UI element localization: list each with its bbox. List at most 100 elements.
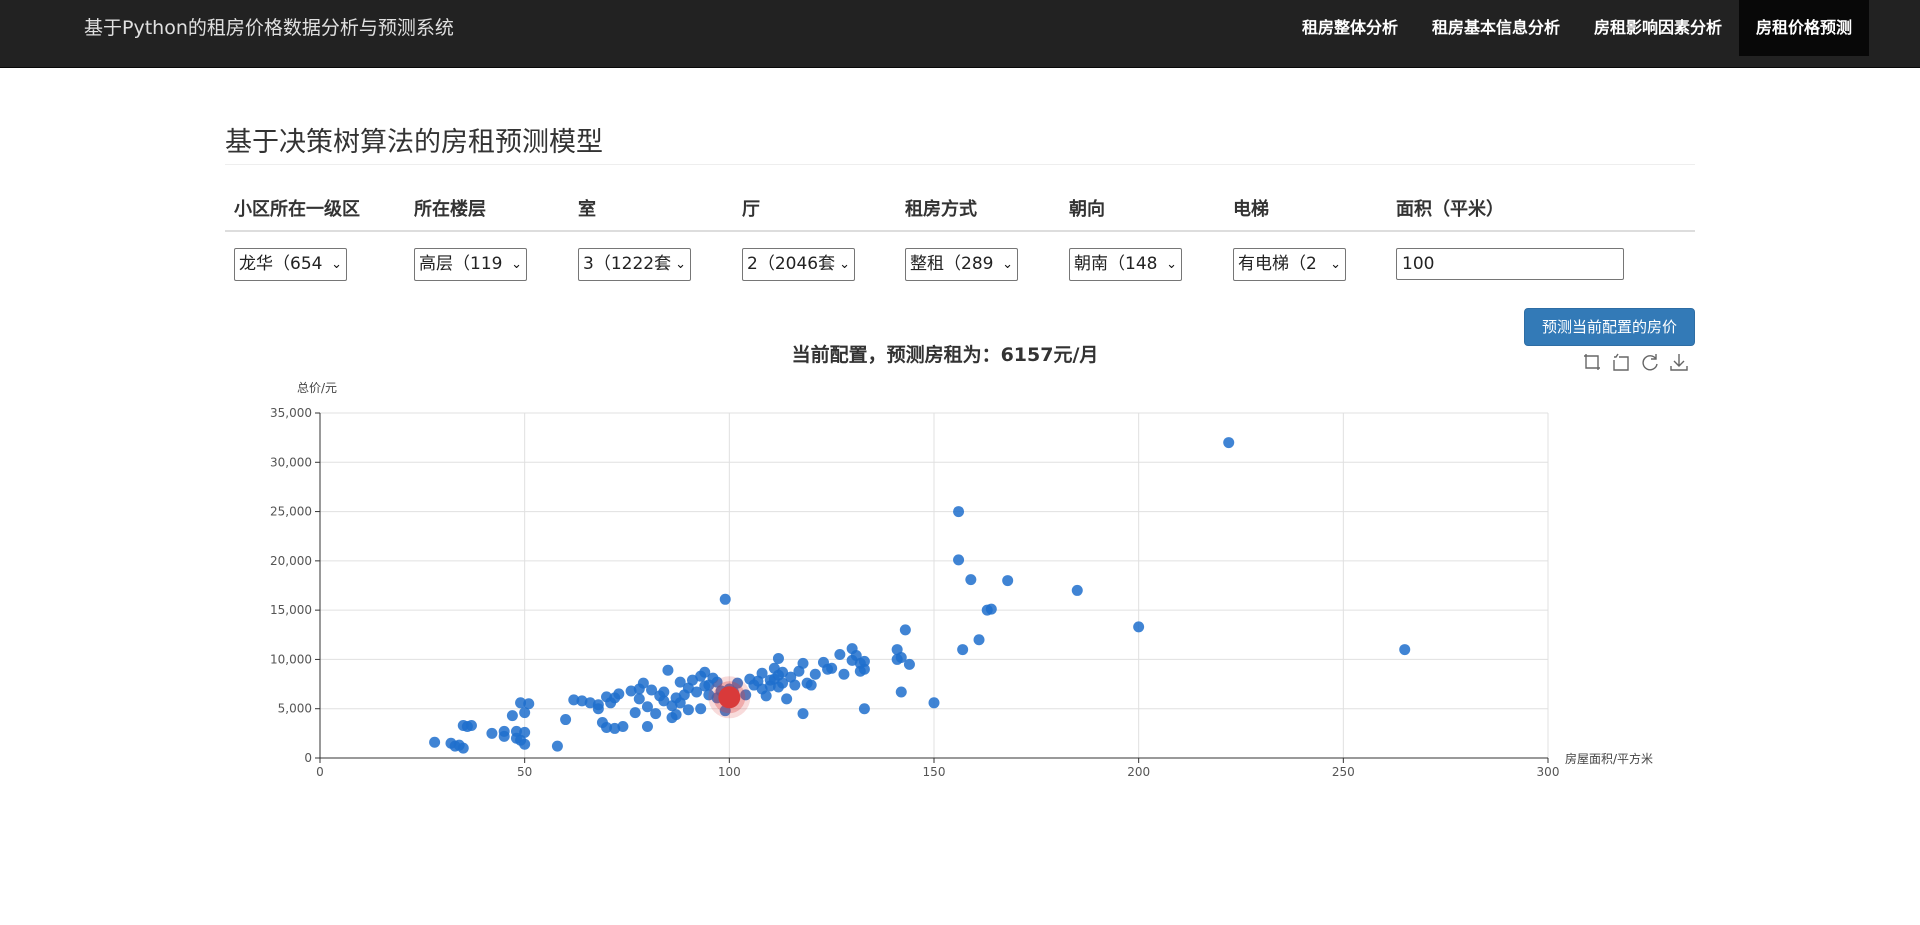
- y-tick-label: 10,000: [270, 652, 312, 666]
- data-point: [789, 679, 801, 691]
- data-point: [740, 689, 752, 701]
- data-point: [826, 662, 838, 674]
- data-point: [654, 690, 666, 702]
- data-point: [834, 649, 846, 660]
- nav-menu: 租房整体分析 租房基本信息分析 房租影响因素分析 房租价格预测: [1285, 0, 1869, 56]
- data-point: [895, 686, 907, 698]
- data-point: [662, 664, 674, 676]
- data-point: [666, 700, 678, 712]
- data-point: [891, 644, 903, 656]
- data-point: [822, 663, 834, 675]
- data-point: [854, 665, 866, 677]
- x-tick-label: 0: [316, 765, 324, 779]
- x-tick-label: 200: [1127, 765, 1150, 779]
- chevron-down-icon: ⌄: [331, 257, 342, 272]
- data-point: [670, 692, 682, 704]
- nav-item-price-prediction[interactable]: 房租价格预测: [1738, 0, 1869, 56]
- data-point: [523, 698, 535, 710]
- x-tick-label: 150: [923, 765, 946, 779]
- area-input[interactable]: 100: [1396, 248, 1624, 280]
- data-point: [560, 714, 572, 726]
- brand-title[interactable]: 基于Python的租房价格数据分析与预测系统: [84, 0, 454, 56]
- data-point: [928, 697, 940, 709]
- data-point: [601, 721, 613, 733]
- data-point: [703, 689, 715, 701]
- data-point: [985, 603, 997, 615]
- room-select[interactable]: 3（1222套 ⌄: [578, 248, 691, 281]
- data-point: [1071, 584, 1083, 596]
- data-point: [584, 697, 596, 709]
- data-point: [658, 695, 670, 707]
- data-point: [674, 697, 686, 709]
- data-point: [576, 695, 588, 707]
- data-point: [601, 691, 613, 703]
- data-point: [629, 707, 641, 719]
- rent-type-select[interactable]: 整租（289 ⌄: [905, 248, 1018, 281]
- data-point: [797, 657, 809, 669]
- room-select-value: 3（1222套: [583, 254, 672, 274]
- data-point: [858, 655, 870, 667]
- prediction-point: [718, 686, 741, 709]
- data-point: [510, 732, 522, 744]
- data-point: [850, 649, 862, 661]
- chevron-down-icon: ⌄: [511, 257, 522, 272]
- y-tick-label: 35,000: [270, 406, 312, 420]
- data-point: [613, 688, 625, 700]
- nav-item-factor-analysis[interactable]: 房租影响因素分析: [1577, 0, 1739, 56]
- data-point: [809, 668, 821, 680]
- header-floor: 所在楼层: [414, 199, 486, 220]
- hall-select[interactable]: 2（2046套 ⌄: [742, 248, 855, 281]
- data-point: [453, 739, 465, 751]
- y-tick-label: 20,000: [270, 554, 312, 568]
- data-point: [682, 682, 694, 694]
- chevron-down-icon: ⌄: [1166, 257, 1177, 272]
- data-point: [650, 708, 662, 720]
- y-tick-label: 30,000: [270, 455, 312, 469]
- floor-select[interactable]: 高层（119 ⌄: [414, 248, 527, 281]
- data-point: [1223, 437, 1235, 449]
- save-image-icon[interactable]: [1669, 352, 1689, 372]
- nav-item-basic-info-analysis[interactable]: 租房基本信息分析: [1415, 0, 1577, 56]
- nav-item-overall-analysis[interactable]: 租房整体分析: [1285, 0, 1415, 56]
- data-point: [805, 679, 817, 691]
- chevron-down-icon: ⌄: [839, 257, 850, 272]
- data-point: [768, 673, 780, 685]
- data-point: [633, 683, 645, 695]
- data-point: [797, 708, 809, 720]
- chevron-down-icon: ⌄: [1330, 257, 1341, 272]
- top-navbar: 基于Python的租房价格数据分析与预测系统 租房整体分析 租房基本信息分析 房…: [0, 0, 1920, 68]
- data-point: [592, 699, 604, 711]
- data-point: [899, 624, 911, 636]
- data-point: [744, 673, 756, 685]
- orientation-select[interactable]: 朝南（148 ⌄: [1069, 248, 1182, 281]
- data-point: [703, 679, 715, 691]
- data-point: [498, 725, 510, 737]
- prediction-glow: [713, 681, 746, 714]
- y-axis-label: 总价/元: [297, 381, 337, 395]
- data-point: [641, 720, 653, 732]
- page-title: 基于决策树算法的房租预测模型: [225, 127, 603, 158]
- x-tick-label: 250: [1332, 765, 1355, 779]
- zoom-reset-icon[interactable]: [1611, 352, 1631, 372]
- data-point: [895, 651, 907, 663]
- data-point: [719, 705, 731, 717]
- district-select[interactable]: 龙华（654 ⌄: [234, 248, 347, 281]
- data-point: [732, 677, 744, 689]
- data-point: [498, 730, 510, 742]
- data-point: [723, 683, 735, 695]
- restore-icon[interactable]: [1640, 352, 1660, 372]
- data-point: [756, 667, 768, 679]
- data-point: [699, 666, 711, 678]
- data-point: [981, 604, 993, 616]
- elevator-select[interactable]: 有电梯（2 ⌄: [1233, 248, 1346, 281]
- hall-select-value: 2（2046套: [747, 254, 836, 274]
- data-point: [637, 677, 649, 689]
- data-point: [768, 662, 780, 674]
- x-tick-label: 300: [1537, 765, 1560, 779]
- chart-toolbox: [1582, 352, 1689, 372]
- zoom-icon[interactable]: [1582, 352, 1602, 372]
- data-point: [674, 676, 686, 688]
- data-point: [617, 720, 629, 732]
- data-point: [641, 701, 653, 713]
- data-point: [854, 657, 866, 669]
